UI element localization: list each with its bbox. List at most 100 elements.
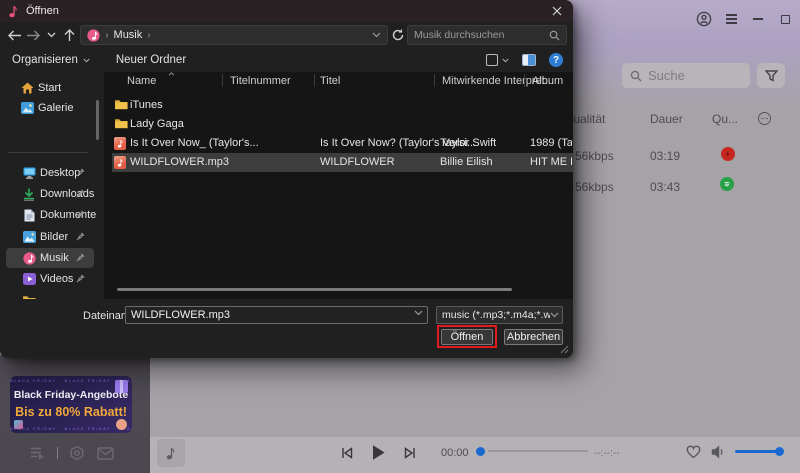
resize-grip[interactable]	[560, 345, 569, 354]
sidebar-item-dokumente[interactable]: Dokumente	[0, 205, 100, 225]
pin-icon	[76, 168, 85, 177]
progress-track[interactable]	[488, 450, 588, 452]
previous-track-icon[interactable]	[340, 446, 354, 460]
app-search-input[interactable]	[648, 68, 738, 83]
sidebar-item-bilder[interactable]: Bilder	[0, 227, 100, 247]
dialog-close-icon[interactable]	[541, 0, 573, 22]
divider	[57, 447, 58, 459]
dialog-title: Öffnen	[26, 5, 59, 17]
column-quality-2[interactable]: Qu...	[712, 112, 738, 126]
column-options-icon[interactable]	[758, 112, 771, 125]
chevron-down-icon	[502, 58, 509, 63]
column-header-name[interactable]: Name	[127, 75, 156, 87]
banner-title: Black Friday-Angebote	[10, 389, 132, 401]
forward-icon[interactable]	[24, 25, 42, 45]
file-row-lady-gaga[interactable]: Lady Gaga	[112, 115, 573, 134]
banner-decoration	[14, 420, 23, 429]
breadcrumb[interactable]: › Musik ›	[80, 25, 388, 45]
organize-button[interactable]: Organisieren	[12, 54, 90, 66]
breadcrumb-item-musik[interactable]: Musik	[114, 29, 143, 41]
address-bar: › Musik ›	[0, 22, 573, 48]
sort-ascending-icon	[168, 72, 175, 76]
refresh-icon[interactable]	[388, 25, 407, 45]
document-icon	[22, 208, 36, 222]
favorite-icon[interactable]	[686, 445, 701, 459]
sidebar-item-downloads[interactable]: Downloads	[0, 184, 100, 204]
pin-icon	[76, 189, 85, 198]
filename-input[interactable]	[125, 306, 428, 324]
app-window-controls	[696, 11, 800, 27]
column-header-title[interactable]: Titel	[320, 75, 340, 87]
dialog-sidebar: Start Galerie Desktop Downloads	[0, 72, 100, 299]
next-track-icon[interactable]	[403, 446, 417, 460]
dialog-search-field[interactable]	[407, 25, 567, 45]
sidebar-item-musik[interactable]: Musik	[0, 248, 100, 268]
app-logo-icon	[8, 4, 19, 18]
banner-ticker-bottom: BLACK FRIDAY · BLACK FRIDAY · BLACK FRID…	[10, 426, 132, 431]
current-time: 00:00	[441, 447, 469, 459]
gallery-icon	[20, 101, 34, 115]
sidebar-item-desktop[interactable]: Desktop	[0, 163, 100, 183]
mail-icon[interactable]	[97, 447, 114, 460]
dialog-search-input[interactable]	[414, 29, 549, 41]
horizontal-scrollbar[interactable]	[117, 288, 512, 291]
up-icon[interactable]	[60, 25, 78, 45]
pin-icon	[76, 232, 85, 241]
funnel-icon	[765, 70, 778, 82]
file-row-is-it-over-now[interactable]: Is It Over Now_ (Taylor's... Is It Over …	[112, 134, 573, 153]
app-search-field[interactable]	[622, 63, 750, 88]
maximize-icon[interactable]	[777, 11, 793, 27]
pin-icon	[76, 253, 85, 262]
view-mode-button[interactable]	[486, 54, 509, 66]
column-header-tracknumber[interactable]: Titelnummer	[230, 75, 291, 87]
menu-icon[interactable]	[723, 11, 739, 27]
track-thumbnail	[157, 439, 185, 467]
cancel-button[interactable]: Abbrechen	[504, 329, 563, 345]
settings-icon[interactable]	[69, 445, 85, 461]
breadcrumb-dropdown-icon[interactable]	[372, 32, 381, 38]
play-icon[interactable]	[371, 444, 386, 461]
queue-icon[interactable]	[30, 446, 46, 461]
banner-discount: Bis zu 80% Rabatt!	[10, 405, 132, 419]
sidebar-divider	[8, 152, 88, 153]
file-row-wildflower-selected[interactable]: WILDFLOWER.mp3 WILDFLOWER Billie Eilish …	[112, 153, 573, 172]
app-left-panel: BLACK FRIDAY · BLACK FRIDAY · BLACK FRID…	[0, 355, 150, 473]
folder-icon	[114, 118, 128, 129]
sidebar-item-start[interactable]: Start	[0, 78, 100, 98]
open-button[interactable]: Öffnen	[441, 329, 493, 345]
progress-knob[interactable]	[476, 447, 485, 456]
music-icon	[22, 251, 36, 265]
sidebar-item-partial[interactable]	[0, 290, 100, 299]
desktop-icon	[22, 166, 36, 180]
mp3-file-icon	[114, 156, 126, 169]
volume-knob[interactable]	[775, 447, 784, 456]
help-icon[interactable]: ?	[549, 53, 563, 67]
gift-icon	[115, 380, 128, 393]
account-icon[interactable]	[696, 11, 712, 27]
filetype-select[interactable]: music (*.mp3;*.m4a;*.wav;*.flac;	[436, 306, 563, 324]
chevron-down-icon	[83, 58, 90, 63]
minimize-icon[interactable]	[750, 11, 766, 27]
dialog-titlebar: Öffnen	[0, 0, 573, 22]
recent-locations-icon[interactable]	[42, 25, 60, 45]
music-note-icon	[164, 446, 178, 460]
search-icon	[549, 30, 560, 41]
sidebar-scrollbar[interactable]	[96, 100, 99, 140]
downloads-icon	[22, 187, 36, 201]
pin-icon	[76, 210, 85, 219]
volume-icon[interactable]	[711, 445, 726, 459]
column-duration[interactable]: Dauer	[650, 112, 683, 126]
black-friday-banner[interactable]: BLACK FRIDAY · BLACK FRIDAY · BLACK FRID…	[10, 376, 132, 433]
banner-ticker-top: BLACK FRIDAY · BLACK FRIDAY · BLACK FRID…	[10, 378, 132, 383]
sidebar-item-galerie[interactable]: Galerie	[0, 98, 100, 118]
back-icon[interactable]	[6, 25, 24, 45]
file-row-itunes[interactable]: iTunes	[112, 96, 573, 115]
column-header-album[interactable]: Album	[532, 75, 563, 87]
sidebar-item-videos[interactable]: Videos	[0, 269, 100, 289]
new-folder-button[interactable]: Neuer Ordner	[116, 54, 186, 66]
spotify-icon	[720, 177, 734, 191]
filter-button[interactable]	[757, 63, 785, 88]
row-duration: 03:43	[650, 180, 680, 194]
open-file-dialog: Öffnen › Musik ›	[0, 0, 573, 358]
preview-pane-icon[interactable]	[522, 54, 536, 66]
